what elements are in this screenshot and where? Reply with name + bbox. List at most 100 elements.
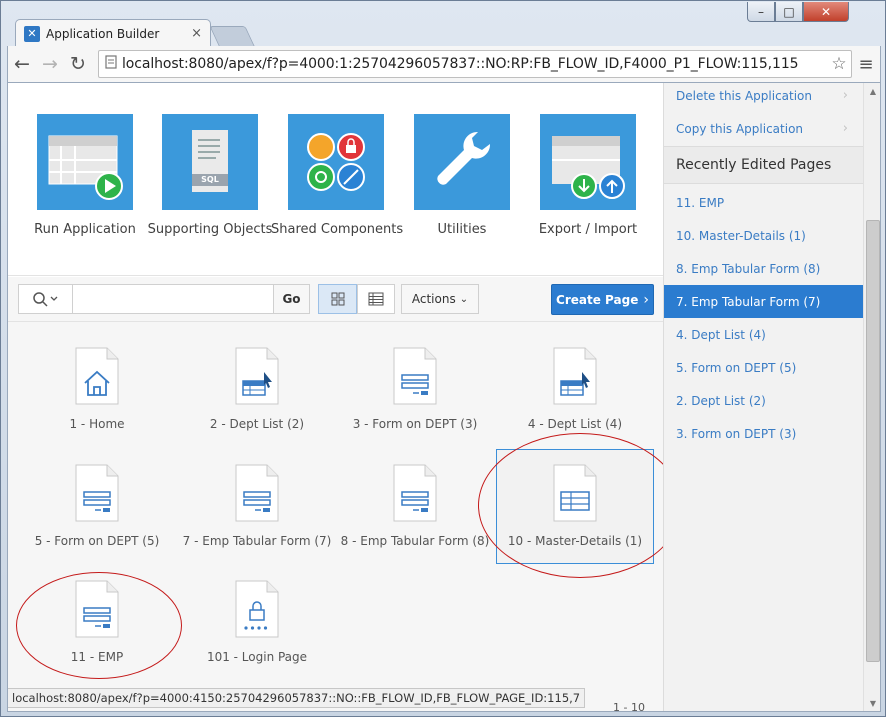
back-button[interactable]: ← [8, 50, 36, 78]
window-minimize-button[interactable]: – [747, 2, 775, 22]
address-bar-url[interactable]: localhost:8080/apex/f?p=4000:1:257042960… [122, 56, 827, 72]
pagination-text: 1 - 10 [613, 701, 645, 712]
page-card[interactable]: 8 - Emp Tabular Form (8) [336, 450, 494, 565]
tile-label: Utilities [437, 222, 487, 237]
page-viewport: Run Application SQL Supporting Objects S… [7, 82, 881, 712]
search-filter-button[interactable] [18, 284, 73, 314]
page-card-label: 7 - Emp Tabular Form (7) [182, 534, 332, 548]
table-icon [553, 464, 597, 522]
page-info-icon[interactable] [105, 55, 117, 73]
scrollbar-thumb[interactable] [866, 220, 880, 662]
page-card[interactable]: 7 - Emp Tabular Form (7) [178, 450, 336, 565]
grid-view-icon [331, 292, 344, 306]
shared-components-tile[interactable]: Shared Components [271, 114, 404, 237]
window-maximize-button[interactable]: □ [775, 2, 803, 22]
window-close-button[interactable]: ✕ [803, 2, 849, 22]
browser-toolbar: ← → ↻ localhost:8080/apex/f?p=4000:1:257… [7, 46, 881, 82]
search-icon [32, 292, 57, 307]
report-icon [553, 347, 597, 405]
application-hero: Run Application SQL Supporting Objects S… [8, 83, 663, 276]
forward-button[interactable]: → [36, 50, 64, 78]
page-card[interactable]: 4 - Dept List (4) [496, 333, 654, 448]
scroll-down-arrow-icon[interactable]: ▼ [864, 695, 880, 711]
utilities-icon [414, 114, 510, 210]
tab-title: Application Builder [46, 26, 160, 41]
page-card-label: 3 - Form on DEPT (3) [352, 417, 478, 431]
application-main: Run Application SQL Supporting Objects S… [8, 83, 682, 712]
sidebar-link-label: Copy this Application [676, 121, 804, 136]
page-card-label: 2 - Dept List (2) [209, 417, 305, 431]
scroll-up-arrow-icon[interactable]: ▲ [864, 83, 880, 100]
page-card-label: 1 - Home [69, 417, 125, 431]
actions-menu-button[interactable]: Actions ⌄ [401, 284, 479, 314]
recent-page-link[interactable]: 4. Dept List (4) [664, 318, 864, 351]
recent-page-link[interactable]: 11. EMP [664, 186, 864, 219]
tab-close-icon[interactable]: × [191, 26, 202, 41]
shared-components-icon [288, 114, 384, 210]
page-card-label: 8 - Emp Tabular Form (8) [340, 534, 490, 548]
actions-label: Actions [411, 292, 456, 306]
run-application-tile[interactable]: Run Application [20, 114, 150, 237]
login-icon [235, 580, 279, 638]
page-card-label: 11 - EMP [70, 650, 124, 664]
run-application-icon [37, 114, 133, 210]
create-page-button[interactable]: Create Page › [551, 284, 654, 315]
page-card-label: 5 - Form on DEPT (5) [34, 534, 160, 548]
page-card[interactable]: 101 - Login Page [178, 566, 336, 681]
reload-button[interactable]: ↻ [64, 50, 92, 78]
export-import-tile[interactable]: Export / Import [523, 114, 653, 237]
recent-page-link-active[interactable]: 7. Emp Tabular Form (7) [664, 285, 864, 318]
page-card-label: 101 - Login Page [206, 650, 308, 664]
page-card[interactable]: 1 - Home [18, 333, 176, 448]
supporting-objects-icon: SQL [162, 114, 258, 210]
recent-page-link[interactable]: 10. Master-Details (1) [664, 219, 864, 252]
create-page-label: Create Page [556, 292, 639, 307]
tile-label: Run Application [34, 222, 136, 237]
export-import-icon [540, 114, 636, 210]
copy-application-link[interactable]: Copy this Application › [664, 112, 864, 145]
browser-tab-application-builder[interactable]: ✕ Application Builder × [15, 19, 211, 47]
supporting-objects-tile[interactable]: SQL Supporting Objects [145, 114, 275, 237]
home-icon [75, 347, 119, 405]
form-icon [75, 580, 119, 638]
chevron-right-icon: › [842, 121, 848, 136]
sql-label: SQL [201, 175, 219, 184]
recently-edited-heading: Recently Edited Pages [664, 146, 864, 184]
status-bar-url: localhost:8080/apex/f?p=4000:4150:257042… [8, 688, 586, 708]
report-icon [235, 347, 279, 405]
recent-page-link[interactable]: 2. Dept List (2) [664, 384, 864, 417]
form-icon [393, 347, 437, 405]
chevron-right-icon: › [643, 291, 649, 308]
utilities-tile[interactable]: Utilities [397, 114, 527, 237]
address-bar[interactable]: localhost:8080/apex/f?p=4000:1:257042960… [98, 50, 852, 78]
browser-menu-icon[interactable]: ≡ [852, 54, 880, 75]
page-card[interactable]: 2 - Dept List (2) [178, 333, 336, 448]
recent-page-link[interactable]: 5. Form on DEPT (5) [664, 351, 864, 384]
page-card-selected[interactable]: 10 - Master-Details (1) [496, 449, 654, 564]
tile-label: Export / Import [538, 222, 638, 237]
tile-label: Supporting Objects [147, 222, 273, 237]
form-icon [235, 464, 279, 522]
form-icon [75, 464, 119, 522]
recent-page-link[interactable]: 8. Emp Tabular Form (8) [664, 252, 864, 285]
tile-label: Shared Components [271, 222, 404, 237]
sidebar-link-label: Delete this Application [676, 88, 813, 103]
page-card-label: 10 - Master-Details (1) [507, 534, 643, 548]
page-card[interactable]: 11 - EMP [18, 566, 176, 681]
browser-window: – □ ✕ ✕ Application Builder × ← → ↻ loca… [0, 0, 886, 717]
page-card[interactable]: 5 - Form on DEPT (5) [18, 450, 176, 565]
view-report-button[interactable] [357, 284, 395, 314]
apex-favicon-icon: ✕ [24, 25, 40, 42]
list-view-icon [368, 292, 384, 306]
view-icons-button[interactable] [318, 284, 357, 314]
chevron-right-icon: › [842, 88, 848, 103]
page-card-label: 4 - Dept List (4) [527, 417, 623, 431]
search-input[interactable] [72, 284, 274, 314]
recent-page-link[interactable]: 3. Form on DEPT (3) [664, 417, 864, 450]
bookmark-star-icon[interactable]: ☆ [827, 54, 851, 74]
go-button[interactable]: Go [273, 284, 310, 314]
new-tab-button[interactable] [209, 26, 255, 46]
vertical-scrollbar[interactable]: ▲ ▼ [863, 83, 880, 711]
page-card[interactable]: 3 - Form on DEPT (3) [336, 333, 494, 448]
delete-application-link[interactable]: Delete this Application › [664, 83, 864, 112]
